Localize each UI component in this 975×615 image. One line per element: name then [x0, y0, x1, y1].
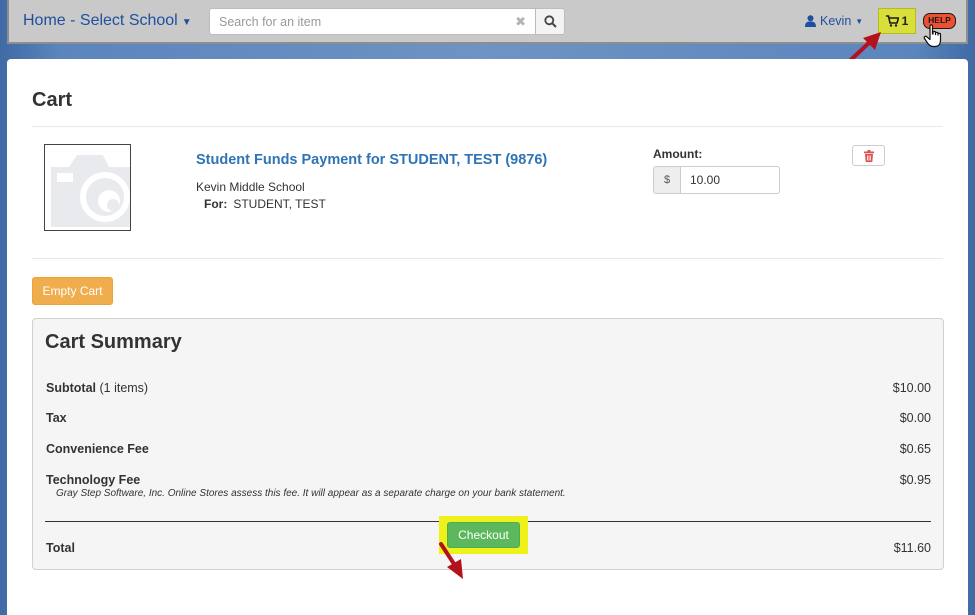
cart-summary-title: Cart Summary — [45, 331, 182, 353]
tax-label: Tax — [46, 411, 67, 425]
search-box: ✖ — [209, 8, 536, 35]
cart-icon — [885, 15, 899, 27]
convenience-fee-value: $0.65 — [899, 442, 931, 456]
total-label: Total — [46, 541, 75, 555]
convenience-fee-label: Convenience Fee — [46, 442, 149, 456]
search-button[interactable] — [535, 8, 565, 35]
divider — [32, 126, 943, 127]
user-icon — [805, 15, 816, 27]
subtotal-qty: (1 items) — [99, 381, 149, 395]
hand-pointer-icon — [923, 24, 942, 48]
tax-value: $0.00 — [899, 411, 931, 425]
close-icon[interactable]: ✖ — [515, 14, 526, 30]
annotation-arrow-icon — [439, 542, 463, 579]
top-navbar: Home - Select School▼ ✖ Kevin ▼ 1 HELP — [7, 0, 968, 44]
item-image-placeholder — [44, 144, 131, 231]
subtotal-label: Subtotal (1 items) — [46, 381, 148, 395]
subtotal-label-text: Subtotal — [46, 381, 96, 395]
caret-down-icon: ▼ — [181, 17, 192, 28]
cart-item-school: Kevin Middle School — [196, 180, 305, 194]
currency-addon: $ — [653, 166, 680, 194]
for-value: STUDENT, TEST — [233, 197, 326, 211]
empty-cart-button[interactable]: Empty Cart — [32, 277, 113, 305]
amount-input-group: $ — [653, 166, 780, 194]
user-name: Kevin — [820, 14, 852, 28]
search-input[interactable] — [210, 9, 500, 34]
cart-count-badge: 1 — [901, 14, 909, 28]
technology-fee-value: $0.95 — [899, 473, 931, 487]
trash-icon — [863, 149, 874, 162]
divider — [32, 258, 943, 259]
remove-item-button[interactable] — [852, 145, 885, 166]
amount-input[interactable] — [680, 166, 780, 194]
for-label: For: — [204, 197, 228, 211]
cart-item-for: For: STUDENT, TEST — [204, 197, 326, 211]
brand-label: Home - Select School — [23, 12, 178, 29]
amount-label: Amount: — [653, 147, 703, 161]
camera-icon — [51, 155, 130, 227]
user-menu-dropdown[interactable]: Kevin ▼ — [805, 14, 863, 28]
technology-fee-note: Gray Step Software, Inc. Online Stores a… — [56, 488, 566, 499]
technology-fee-label: Technology Fee — [46, 473, 141, 487]
cart-item-title-link[interactable]: Student Funds Payment for STUDENT, TEST … — [196, 152, 547, 168]
caret-down-icon: ▼ — [855, 16, 864, 26]
home-select-school-dropdown[interactable]: Home - Select School ▼ — [23, 12, 192, 30]
page-title: Cart — [32, 89, 73, 111]
subtotal-value: $10.00 — [892, 381, 931, 395]
search-icon — [543, 15, 557, 28]
total-value: $11.60 — [893, 541, 931, 555]
